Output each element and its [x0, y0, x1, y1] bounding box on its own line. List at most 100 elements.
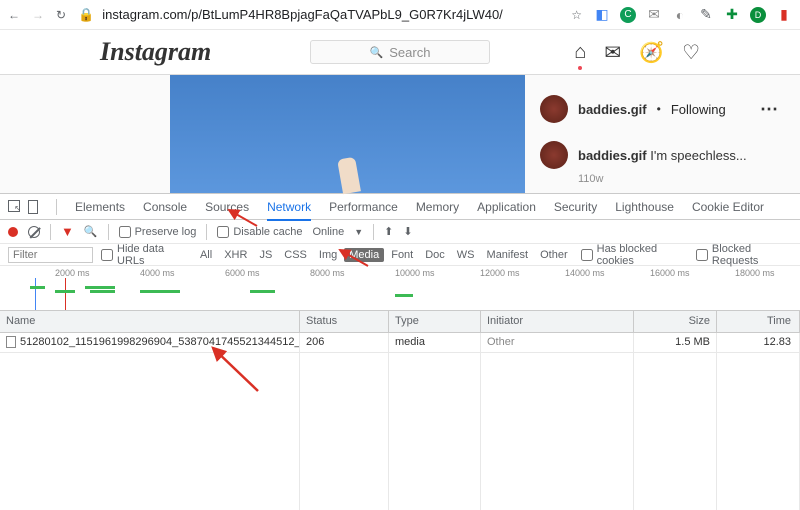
throttling-select[interactable]: Online: [312, 226, 344, 238]
back-button[interactable]: ←: [8, 8, 20, 22]
col-name[interactable]: Name: [0, 311, 300, 332]
filter-media[interactable]: Media: [344, 248, 384, 262]
filter-img[interactable]: Img: [314, 248, 342, 262]
post-age: 110w: [578, 173, 780, 185]
tab-sources[interactable]: Sources: [205, 200, 249, 214]
filter-other[interactable]: Other: [535, 248, 573, 262]
ext-icon-5[interactable]: ✎: [698, 7, 714, 23]
disable-cache-checkbox[interactable]: Disable cache: [217, 226, 302, 238]
explore-icon[interactable]: 🧭: [639, 40, 664, 65]
tab-application[interactable]: Application: [477, 200, 536, 214]
request-status: 206: [300, 333, 389, 352]
record-button[interactable]: [8, 227, 18, 237]
ext-icon-1[interactable]: ◧: [594, 7, 610, 23]
search-toolbar-icon[interactable]: 🔍: [84, 225, 98, 238]
tab-elements[interactable]: Elements: [75, 200, 125, 214]
network-toolbar: ▼ 🔍 Preserve log Disable cache Online ▼ …: [0, 220, 800, 244]
tab-memory[interactable]: Memory: [416, 200, 459, 214]
filter-manifest[interactable]: Manifest: [482, 248, 534, 262]
timeline-tick: 12000 ms: [480, 268, 520, 278]
ext-icon-6[interactable]: ✚: [724, 7, 740, 23]
tab-network[interactable]: Network: [267, 200, 311, 214]
follow-status[interactable]: Following: [671, 102, 726, 117]
blocked-cookies-checkbox[interactable]: Has blocked cookies: [581, 243, 688, 267]
lock-icon: 🔒: [78, 7, 94, 23]
file-icon: [6, 336, 16, 348]
timeline-tick: 6000 ms: [225, 268, 260, 278]
instagram-logo[interactable]: Instagram: [100, 37, 211, 67]
devtools-tabs: ↖ Elements Console Sources Network Perfo…: [0, 194, 800, 220]
tab-lighthouse[interactable]: Lighthouse: [615, 200, 674, 214]
tab-console[interactable]: Console: [143, 200, 187, 214]
filter-icon[interactable]: ▼: [61, 224, 74, 239]
col-status[interactable]: Status: [300, 311, 389, 332]
reload-button[interactable]: ↻: [56, 8, 66, 22]
inspect-icon[interactable]: ↖: [8, 200, 20, 212]
chevron-down-icon: ▼: [354, 227, 363, 237]
avatar[interactable]: [540, 141, 568, 169]
ext-icon-4[interactable]: ◐: [672, 7, 688, 23]
col-time[interactable]: Time: [717, 311, 800, 332]
more-options-icon[interactable]: ⋯: [760, 99, 780, 120]
browser-toolbar: ← → ↻ 🔒 instagram.com/p/BtLumP4HR8BpjagF…: [0, 0, 800, 30]
star-icon[interactable]: ☆: [571, 8, 582, 22]
filter-all[interactable]: All: [195, 248, 217, 262]
post-username[interactable]: baddies.gif: [578, 102, 647, 117]
devtools-panel: ↖ Elements Console Sources Network Perfo…: [0, 193, 800, 510]
avatar[interactable]: [540, 95, 568, 123]
tab-performance[interactable]: Performance: [329, 200, 398, 214]
request-time: 12.83: [717, 333, 800, 352]
preserve-log-checkbox[interactable]: Preserve log: [119, 226, 197, 238]
ext-icon-7[interactable]: D: [750, 7, 766, 23]
filter-js[interactable]: JS: [254, 248, 277, 262]
ext-icon-2[interactable]: C: [620, 7, 636, 23]
filter-xhr[interactable]: XHR: [219, 248, 252, 262]
clear-button[interactable]: [28, 226, 40, 238]
messenger-icon[interactable]: ✉: [604, 40, 621, 65]
dot-separator: •: [657, 102, 661, 116]
filter-doc[interactable]: Doc: [420, 248, 450, 262]
extensions: ◧ C ✉ ◐ ✎ ✚ D ▮: [594, 7, 792, 23]
filter-css[interactable]: CSS: [279, 248, 312, 262]
timeline-tick: 4000 ms: [140, 268, 175, 278]
timeline-tick: 2000 ms: [55, 268, 90, 278]
request-initiator: Other: [481, 333, 634, 352]
tab-cookie-editor[interactable]: Cookie Editor: [692, 200, 764, 214]
post-area: baddies.gif • Following ⋯ baddies.gif I'…: [0, 75, 800, 193]
network-timeline[interactable]: 2000 ms 4000 ms 6000 ms 8000 ms 10000 ms 1200…: [0, 266, 800, 311]
request-type: media: [389, 333, 481, 352]
search-input[interactable]: 🔍 Search: [310, 40, 490, 64]
url-text[interactable]: instagram.com/p/BtLumP4HR8BpjagFaQaTVAPb…: [102, 7, 503, 22]
upload-icon[interactable]: ⬆: [384, 225, 393, 238]
filter-font[interactable]: Font: [386, 248, 418, 262]
request-size: 1.5 MB: [634, 333, 717, 352]
table-row[interactable]: 51280102_1151961998296904_53870417455213…: [0, 333, 800, 353]
col-initiator[interactable]: Initiator: [481, 311, 634, 332]
blocked-requests-checkbox[interactable]: Blocked Requests: [696, 243, 792, 267]
network-table-header: Name Status Type Initiator Size Time: [0, 311, 800, 333]
tab-security[interactable]: Security: [554, 200, 597, 214]
ext-icon-3[interactable]: ✉: [646, 7, 662, 23]
timeline-tick: 10000 ms: [395, 268, 435, 278]
timeline-tick: 8000 ms: [310, 268, 345, 278]
search-placeholder: Search: [389, 45, 430, 60]
heart-icon[interactable]: ♡: [682, 40, 700, 65]
home-icon[interactable]: ⌂: [574, 41, 586, 64]
ext-icon-8[interactable]: ▮: [776, 7, 792, 23]
request-name: 51280102_1151961998296904_53870417455213…: [20, 336, 300, 348]
type-filters: All XHR JS CSS Img Media Font Doc WS Man…: [195, 248, 573, 262]
col-size[interactable]: Size: [634, 311, 717, 332]
filter-ws[interactable]: WS: [452, 248, 480, 262]
network-filter-bar: Hide data URLs All XHR JS CSS Img Media …: [0, 244, 800, 266]
device-icon[interactable]: [28, 200, 38, 214]
caption-user[interactable]: baddies.gif: [578, 148, 647, 163]
hide-data-urls-checkbox[interactable]: Hide data URLs: [101, 243, 187, 267]
post-media[interactable]: [170, 75, 525, 193]
download-icon[interactable]: ⬇: [403, 225, 412, 238]
timeline-tick: 18000 ms: [735, 268, 775, 278]
caption: baddies.gif I'm speechless...: [578, 148, 747, 163]
filter-input[interactable]: [8, 247, 93, 263]
instagram-header: Instagram 🔍 Search ⌂ ✉ 🧭 ♡: [0, 30, 800, 75]
forward-button[interactable]: →: [32, 8, 44, 22]
col-type[interactable]: Type: [389, 311, 481, 332]
